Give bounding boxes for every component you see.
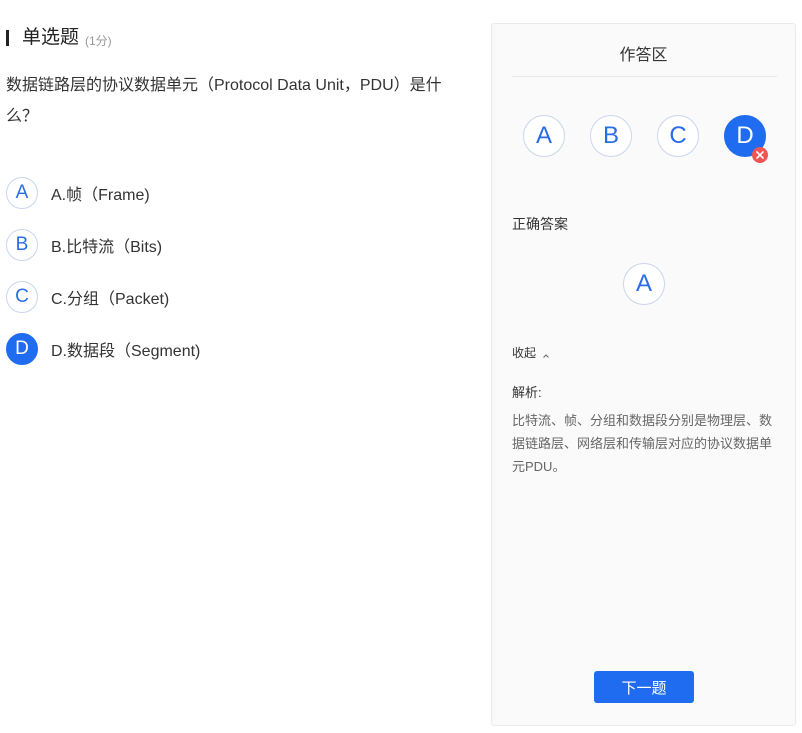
option-a[interactable]: A A.帧（Frame): [6, 175, 200, 211]
option-b[interactable]: B B.比特流（Bits): [6, 227, 200, 263]
option-c[interactable]: C C.分组（Packet): [6, 279, 200, 315]
analysis-text: 比特流、帧、分组和数据段分别是物理层、数据链路层、网络层和传输层对应的协议数据单…: [512, 413, 773, 474]
collapse-label[interactable]: 收起: [512, 344, 536, 361]
collapse-toggle[interactable]: 收起: [512, 344, 550, 361]
option-list: A A.帧（Frame) B B.比特流（Bits) C C.分组（Packet…: [6, 175, 200, 383]
chevron-up-icon[interactable]: [542, 349, 550, 358]
question-stem: 数据链路层的协议数据单元（Protocol Data Unit，PDU）是什么？: [6, 77, 442, 125]
option-letter[interactable]: B: [6, 229, 38, 261]
correct-answer-label: 正确答案: [512, 216, 568, 232]
option-letter[interactable]: A: [6, 177, 38, 209]
close-icon: [752, 147, 768, 163]
correct-answer: A: [623, 263, 665, 305]
answer-choice-d-label: D: [736, 122, 754, 149]
option-text[interactable]: D.数据段（Segment): [51, 337, 200, 361]
option-text[interactable]: C.分组（Packet): [51, 285, 169, 309]
next-question-button[interactable]: 下一题: [594, 671, 694, 703]
title-marker: [6, 30, 9, 46]
question-score: (1分): [85, 33, 112, 48]
divider: [512, 76, 777, 77]
analysis-label: 解析:: [512, 385, 542, 400]
option-text[interactable]: B.比特流（Bits): [51, 233, 162, 257]
panel-title: 作答区: [619, 47, 668, 64]
answer-panel: 作答区 A B C D 正确答案 A 收起 解析: 比特流、帧、分组和数据段分别…: [491, 23, 796, 726]
answer-choice-a[interactable]: A: [523, 115, 565, 157]
answer-choices: A B C D: [523, 115, 791, 163]
question-type: 单选题: [22, 27, 80, 48]
answer-choice-b[interactable]: B: [590, 115, 632, 157]
answer-choice-c[interactable]: C: [657, 115, 699, 157]
option-d[interactable]: D D.数据段（Segment): [6, 331, 200, 367]
option-letter[interactable]: D: [6, 333, 38, 365]
option-letter[interactable]: C: [6, 281, 38, 313]
question-header: 单选题 (1分): [6, 26, 112, 50]
option-text[interactable]: A.帧（Frame): [51, 181, 150, 205]
answer-choice-d[interactable]: D: [724, 115, 768, 163]
